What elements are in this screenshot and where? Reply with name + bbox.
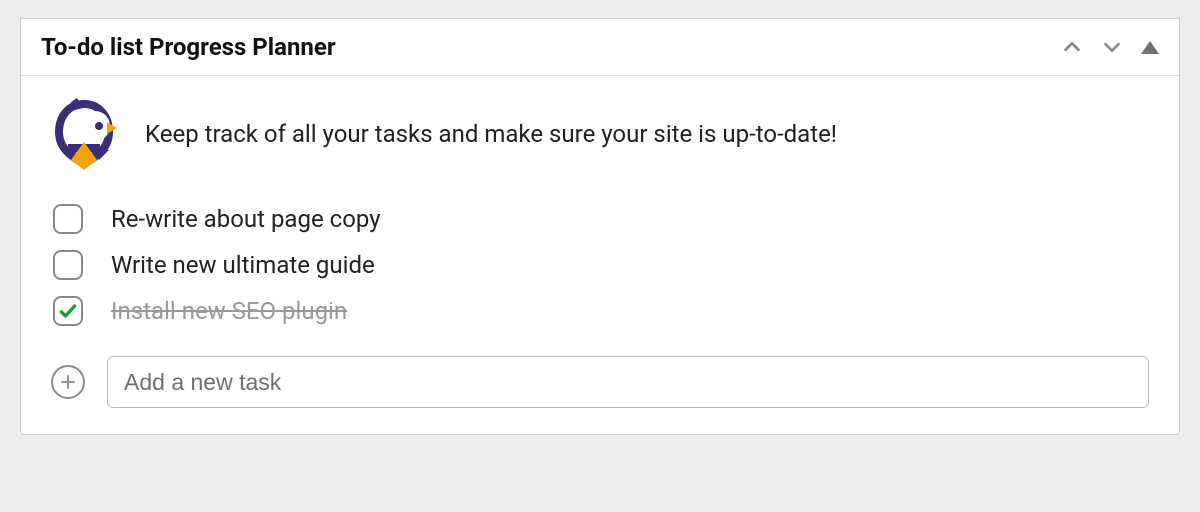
task-label: Install new SEO plugin xyxy=(111,297,347,325)
intro-row: Keep track of all your tasks and make su… xyxy=(51,98,1149,170)
collapse-toggle-icon[interactable] xyxy=(1141,41,1159,54)
progress-planner-logo-icon xyxy=(51,98,117,170)
intro-text: Keep track of all your tasks and make su… xyxy=(145,120,837,148)
task-checkbox[interactable] xyxy=(53,204,83,234)
move-down-icon[interactable] xyxy=(1101,36,1123,58)
task-label: Re-write about page copy xyxy=(111,205,381,233)
task-item: Write new ultimate guide xyxy=(53,250,1149,280)
task-label: Write new ultimate guide xyxy=(111,251,375,279)
task-list: Re-write about page copy Write new ultim… xyxy=(51,204,1149,326)
task-checkbox[interactable] xyxy=(53,296,83,326)
panel-controls xyxy=(1061,36,1159,58)
add-task-button[interactable] xyxy=(51,365,85,399)
panel-header: To-do list Progress Planner xyxy=(21,19,1179,76)
todo-panel: To-do list Progress Planner xyxy=(20,18,1180,435)
panel-body: Keep track of all your tasks and make su… xyxy=(21,76,1179,434)
task-item: Install new SEO plugin xyxy=(53,296,1149,326)
task-checkbox[interactable] xyxy=(53,250,83,280)
panel-title: To-do list Progress Planner xyxy=(41,33,336,61)
new-task-input[interactable] xyxy=(107,356,1149,408)
add-task-row xyxy=(51,356,1149,408)
task-item: Re-write about page copy xyxy=(53,204,1149,234)
move-up-icon[interactable] xyxy=(1061,36,1083,58)
